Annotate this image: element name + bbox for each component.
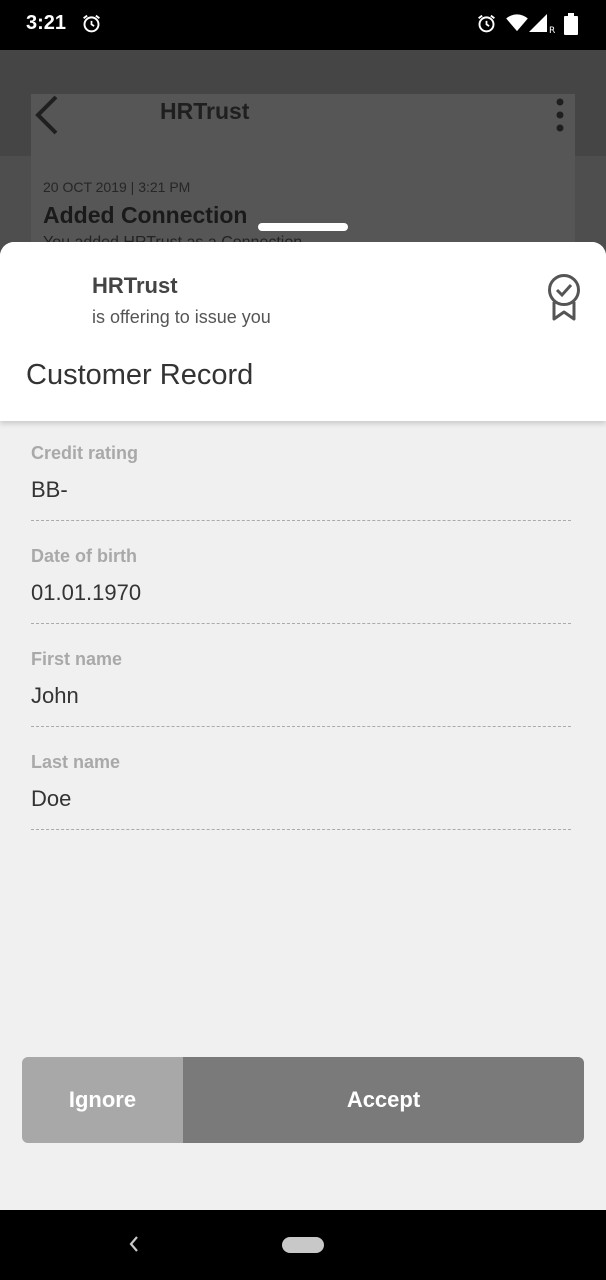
- sheet-drag-handle[interactable]: [258, 223, 348, 231]
- attribute-label: First name: [31, 649, 123, 669]
- certificate-badge-icon: [544, 273, 584, 328]
- issuer-name: HRTrust: [92, 273, 178, 298]
- alarm-icon: [476, 13, 497, 39]
- svg-text:R: R: [549, 26, 555, 34]
- background-event-title: Added Connection: [43, 202, 248, 228]
- attribute-label: Credit rating: [31, 443, 139, 463]
- divider: [31, 829, 571, 830]
- attribute-row: Date of birth 01.01.1970: [31, 543, 571, 646]
- ignore-button[interactable]: Ignore: [22, 1057, 183, 1143]
- alarm-icon: [81, 13, 102, 39]
- offer-subtitle: is offering to issue you: [92, 307, 271, 327]
- attribute-value: John: [31, 683, 79, 708]
- system-nav-bar: [0, 1210, 606, 1280]
- more-vert-icon[interactable]: [555, 98, 565, 137]
- attribute-value: Doe: [31, 786, 72, 811]
- divider: [31, 726, 571, 727]
- attribute-label: Last name: [31, 752, 121, 772]
- attribute-value: BB-: [31, 477, 68, 502]
- attribute-row: First name John: [31, 646, 571, 749]
- record-title: Customer Record: [26, 359, 254, 391]
- action-buttons: Ignore Accept: [22, 1057, 584, 1143]
- nav-home-button[interactable]: [282, 1237, 324, 1253]
- attribute-label: Date of birth: [31, 546, 137, 566]
- status-time: 3:21: [26, 12, 67, 34]
- attribute-row: Last name Doe: [31, 749, 571, 852]
- wifi-icon: [506, 14, 528, 37]
- divider: [31, 623, 571, 624]
- divider: [31, 520, 571, 521]
- attribute-value: 01.01.1970: [31, 580, 142, 605]
- battery-icon: [564, 13, 578, 40]
- signal-icon: R: [529, 14, 557, 39]
- credential-offer-sheet: HRTrust is offering to issue you Custome…: [0, 242, 606, 1210]
- sheet-header: HRTrust is offering to issue you Custome…: [0, 242, 606, 421]
- status-bar: 3:21 R: [0, 0, 606, 50]
- attribute-list: Credit rating BB- Date of birth 01.01.19…: [31, 440, 571, 852]
- attribute-row: Credit rating BB-: [31, 440, 571, 543]
- nav-back-icon[interactable]: [128, 1234, 140, 1259]
- background-app-title: HRTrust: [160, 98, 250, 124]
- accept-button[interactable]: Accept: [183, 1057, 584, 1143]
- background-event-date: 20 OCT 2019 | 3:21 PM: [43, 179, 191, 195]
- back-arrow-icon[interactable]: [34, 94, 60, 141]
